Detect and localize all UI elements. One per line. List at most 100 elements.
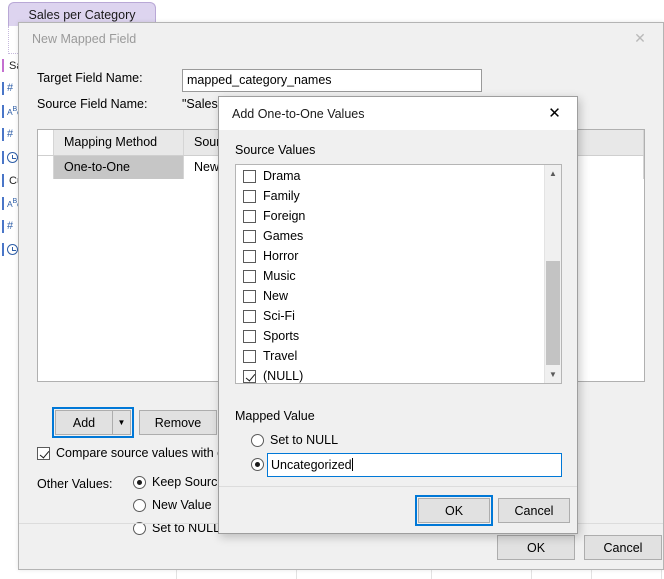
cell-mapping-method[interactable]: One-to-One — [54, 156, 184, 179]
column-header-mapping-method[interactable]: Mapping Method — [54, 130, 184, 155]
source-value-label: (NULL) — [263, 369, 304, 383]
list-item[interactable]: (NULL) — [236, 366, 544, 383]
source-value-checkbox[interactable] — [243, 329, 256, 343]
table-cell — [532, 569, 592, 579]
source-value-label: Foreign — [263, 209, 306, 223]
scrollbar-thumb[interactable] — [546, 261, 560, 365]
close-icon[interactable]: ✕ — [532, 97, 577, 129]
add-split-button[interactable]: Add ▼ — [52, 407, 134, 438]
source-field-name-row: Source Field Name: — [37, 97, 147, 111]
other-values-label: Other Values: — [37, 477, 113, 491]
chevron-down-icon[interactable]: ▼ — [112, 411, 130, 434]
dialog-footer: OK Cancel — [219, 486, 577, 533]
target-field-name-input[interactable]: mapped_category_names — [182, 69, 482, 92]
source-value-checkbox[interactable] — [243, 269, 256, 283]
list-item[interactable]: New — [236, 286, 544, 306]
mapped-value-text: Uncategorized — [271, 458, 352, 472]
tab-label: Sales per Category — [28, 8, 136, 22]
number-field-icon: # — [7, 128, 14, 140]
ok-button[interactable]: OK — [497, 535, 575, 560]
table-cell — [592, 569, 662, 579]
target-field-name-label: Target Field Name: — [37, 71, 143, 85]
source-value-checkbox[interactable] — [243, 249, 256, 263]
row-marker — [2, 151, 4, 164]
row-marker — [2, 220, 4, 233]
other-values-new-value-row[interactable]: New Value — [133, 498, 212, 512]
dialog-title: New Mapped Field — [32, 31, 137, 46]
source-value-label: Music — [263, 269, 296, 283]
source-value-label: Horror — [263, 249, 299, 263]
dialog-titlebar: New Mapped Field ✕ — [19, 23, 663, 54]
list-item[interactable]: Drama — [236, 166, 544, 186]
mapped-value-input[interactable]: Uncategorized — [267, 453, 562, 477]
row-marker — [2, 197, 4, 210]
compare-case-label: Compare source values with ca — [56, 446, 231, 460]
compare-case-checkbox-row[interactable]: Compare source values with ca — [37, 446, 230, 460]
source-value-label: New — [263, 289, 289, 303]
row-marker — [2, 105, 4, 118]
text-caret — [351, 458, 353, 471]
row-header — [38, 156, 54, 179]
mapped-set-to-null-row[interactable]: Set to NULL — [251, 433, 338, 447]
link-icon — [2, 174, 4, 187]
list-item[interactable]: Sci-Fi — [236, 306, 544, 326]
custom-value-radio[interactable] — [251, 458, 264, 471]
set-to-null-label: Set to NULL — [270, 433, 339, 447]
source-value-checkbox[interactable] — [243, 229, 256, 243]
row-marker — [2, 243, 4, 256]
list-item[interactable]: Foreign — [236, 206, 544, 226]
add-one-to-one-values-dialog: Add One-to-One Values ✕ Source Values Dr… — [218, 96, 578, 534]
source-value-checkbox[interactable] — [243, 169, 256, 183]
compare-case-checkbox[interactable] — [37, 446, 50, 460]
list-item[interactable]: Family — [236, 186, 544, 206]
remove-button[interactable]: Remove — [139, 410, 217, 435]
source-value-label: Sci-Fi — [263, 309, 295, 323]
list-item[interactable]: Music — [236, 266, 544, 286]
source-values-items: Drama Family Foreign Games Horror Music … — [236, 165, 544, 383]
source-values-listbox[interactable]: Drama Family Foreign Games Horror Music … — [235, 164, 562, 384]
table-cell — [27, 569, 177, 579]
list-item[interactable]: Horror — [236, 246, 544, 266]
ok-button[interactable]: OK — [415, 495, 493, 526]
source-value-checkbox[interactable] — [243, 209, 256, 223]
mapped-custom-value-row[interactable] — [251, 458, 264, 471]
dialog-title: Add One-to-One Values — [232, 106, 365, 121]
table-cell — [297, 569, 432, 579]
datetime-field-icon — [7, 152, 18, 163]
source-value-checkbox[interactable] — [243, 189, 256, 203]
datetime-field-icon — [7, 244, 18, 255]
listbox-scrollbar[interactable]: ▲ ▼ — [544, 165, 561, 383]
grid-corner — [38, 130, 54, 155]
list-item[interactable]: Travel — [236, 346, 544, 366]
chevron-down-icon[interactable]: ▼ — [545, 366, 561, 383]
source-value-checkbox[interactable] — [243, 349, 256, 363]
row-marker — [2, 128, 4, 141]
source-value-checkbox[interactable] — [243, 309, 256, 323]
number-field-icon: # — [7, 82, 14, 94]
source-value-checkbox[interactable] — [243, 369, 256, 383]
dialog-titlebar: Add One-to-One Values ✕ — [219, 97, 577, 130]
other-values-keep-source-row[interactable]: Keep Source — [133, 475, 224, 489]
mapped-value-label: Mapped Value — [235, 409, 315, 423]
list-item[interactable]: Sports — [236, 326, 544, 346]
chevron-up-icon[interactable]: ▲ — [545, 165, 561, 182]
cancel-button[interactable]: Cancel — [584, 535, 662, 560]
screen: Sales per Category Sa # ABc # — [0, 0, 664, 579]
target-field-name-row: Target Field Name: — [37, 71, 143, 85]
source-value-checkbox[interactable] — [243, 289, 256, 303]
set-to-null-radio[interactable] — [251, 433, 264, 447]
list-item[interactable]: Games — [236, 226, 544, 246]
color-swatch-icon — [2, 59, 4, 72]
close-icon[interactable]: ✕ — [617, 23, 663, 53]
source-value-label: Games — [263, 229, 304, 243]
new-value-label: New Value — [152, 498, 212, 512]
new-value-radio[interactable] — [133, 498, 146, 512]
keep-source-radio[interactable] — [133, 475, 146, 489]
table-cell — [432, 569, 532, 579]
keep-source-label: Keep Source — [152, 475, 225, 489]
add-button[interactable]: Add — [56, 411, 112, 434]
source-value-label: Sports — [263, 329, 300, 343]
number-field-icon: # — [7, 220, 14, 232]
source-field-name-label: Source Field Name: — [37, 97, 148, 111]
cancel-button[interactable]: Cancel — [498, 498, 570, 523]
